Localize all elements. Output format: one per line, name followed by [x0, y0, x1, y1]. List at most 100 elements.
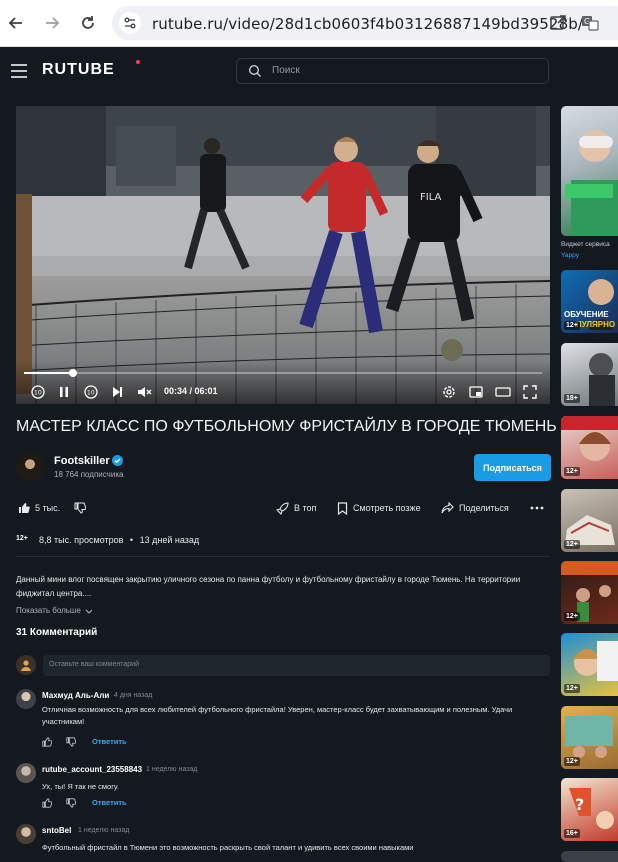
rail-video-thumbnail[interactable]: 12+: [561, 561, 618, 624]
channel-name[interactable]: Footskiller: [54, 455, 110, 467]
svg-text:?: ?: [575, 795, 584, 814]
rail-overlay-text: ОБУЧЕНИЕ: [564, 310, 609, 319]
rail-video-thumbnail[interactable]: ? 16+: [561, 778, 618, 841]
age-badge: 12+: [564, 757, 580, 766]
more-options-button[interactable]: [530, 500, 549, 516]
top-button[interactable]: В топ: [276, 500, 316, 516]
age-badge: 12+: [564, 540, 580, 549]
comment-text: Ух, ты! Я так не смогу.: [42, 782, 120, 791]
theater-mode-icon[interactable]: [495, 384, 511, 400]
mute-icon[interactable]: [136, 384, 152, 400]
age-badge: 12+: [564, 612, 580, 621]
rail-widget-source[interactable]: Yappy: [561, 252, 579, 259]
rail-video-thumbnail[interactable]: 12+: [561, 633, 618, 696]
subscriber-count: 18 764 подписчика: [54, 470, 124, 479]
video-title: МАСТЕР КЛАСС ПО ФУТБОЛЬНОМУ ФРИСТАЙЛУ В …: [16, 418, 557, 435]
reply-button[interactable]: Ответить: [92, 798, 127, 807]
site-info-icon[interactable]: [119, 12, 141, 34]
comment-like-icon[interactable]: [42, 737, 54, 749]
svg-text:FILA: FILA: [420, 192, 442, 203]
top-label: В топ: [294, 503, 317, 513]
progress-knob[interactable]: [69, 369, 77, 377]
show-more-label: Показать больше: [16, 606, 81, 615]
chevron-down-icon: [85, 609, 93, 614]
subscribe-button[interactable]: Подписаться: [474, 454, 551, 481]
pip-icon[interactable]: [468, 384, 484, 400]
comment-input[interactable]: Оставьте ваш комментарий: [43, 655, 550, 676]
channel-avatar[interactable]: [16, 453, 44, 481]
logo-dot: [136, 60, 140, 64]
comment-author[interactable]: sntoBel: [42, 826, 71, 835]
search-input[interactable]: Поиск: [236, 58, 549, 84]
reply-button[interactable]: Ответить: [92, 737, 127, 746]
age-badge: 12+: [564, 467, 580, 476]
comment-text: Футбольный фристайл в Тюмени это возможн…: [42, 843, 414, 852]
comment-input-placeholder: Оставьте ваш комментарий: [49, 661, 139, 668]
fullscreen-icon[interactable]: [522, 384, 538, 400]
rail-video-thumbnail[interactable]: 18+: [561, 343, 618, 406]
comment-avatar[interactable]: [16, 824, 36, 844]
pause-icon[interactable]: [56, 384, 72, 400]
divider: [16, 556, 550, 557]
watch-later-label: Смотреть позже: [353, 503, 421, 513]
age-badge: 16+: [564, 829, 580, 838]
share-button[interactable]: Поделиться: [441, 500, 509, 516]
forward-icon[interactable]: [42, 13, 62, 33]
settings-icon[interactable]: [441, 384, 457, 400]
comment-dislike-icon[interactable]: [66, 798, 78, 810]
url-text[interactable]: rutube.ru/video/28d1cb0603f4b03126887149…: [152, 15, 583, 33]
menu-icon[interactable]: [11, 64, 27, 78]
browser-toolbar: rutube.ru/video/28d1cb0603f4b03126887149…: [0, 0, 618, 47]
site-header: RUTUBE Поиск: [0, 47, 618, 95]
thumbs-up-icon: [19, 503, 30, 513]
address-bar[interactable]: rutube.ru/video/28d1cb0603f4b03126887149…: [112, 6, 618, 40]
rail-video-thumbnail[interactable]: ОБУЧЕНИЕ ПУЛЯРНО 12+: [561, 270, 618, 333]
rail-widget-caption[interactable]: Виджет сервиса: [561, 241, 610, 248]
share-label: Поделиться: [459, 503, 509, 513]
time-display: 00:34 / 06:01: [164, 386, 218, 396]
view-stats: 8,8 тыс. просмотров • 13 дней назад: [39, 535, 199, 545]
watch-later-button[interactable]: Смотреть позже: [337, 500, 421, 516]
svg-text:10: 10: [34, 390, 42, 397]
open-in-app-icon[interactable]: [549, 14, 567, 32]
comment-author[interactable]: rutube_account_23558843: [42, 765, 142, 774]
comment-dislike-icon[interactable]: [66, 737, 78, 749]
meta-separator: •: [129, 535, 134, 545]
comment-date: 1 неделю назад: [146, 766, 198, 773]
comment-like-icon[interactable]: [42, 798, 54, 810]
age-badge: 12+: [564, 684, 580, 693]
forward-10-icon[interactable]: 10: [83, 384, 99, 400]
rail-widget-thumbnail[interactable]: [561, 106, 618, 236]
video-player[interactable]: FILA 10 10 00:34 / 06:01: [16, 106, 550, 404]
like-count: 5 тыс.: [35, 503, 61, 513]
like-button[interactable]: 5 тыс.: [18, 500, 60, 516]
comment-date: 4 дня назад: [114, 692, 153, 699]
comment-author[interactable]: Махмуд Аль-Али: [42, 691, 109, 700]
comments-heading: 31 Комментарий: [16, 627, 98, 638]
posted-date: 13 дней назад: [139, 535, 200, 545]
show-more-button[interactable]: Показать больше: [16, 606, 93, 615]
translate-icon[interactable]: G: [581, 14, 599, 32]
dislike-button[interactable]: [74, 500, 91, 516]
rail-video-thumbnail[interactable]: [561, 851, 618, 862]
share-icon: [441, 502, 454, 514]
current-user-avatar[interactable]: [16, 655, 36, 675]
rail-video-thumbnail[interactable]: 12+: [561, 416, 618, 479]
comment-text: Отличная возможность для всех любителей …: [42, 705, 513, 726]
reload-icon[interactable]: [78, 13, 98, 33]
rail-video-thumbnail[interactable]: 12+: [561, 489, 618, 552]
rutube-logo[interactable]: RUTUBE: [42, 61, 115, 79]
player-controls: 10 10 00:34 / 06:01: [16, 360, 550, 404]
search-icon: [248, 64, 262, 78]
comment-avatar[interactable]: [16, 689, 36, 709]
progress-fill: [24, 372, 73, 374]
age-badge: 18+: [564, 394, 580, 403]
rail-overlay-text: ПУЛЯРНО: [576, 320, 616, 329]
comment-avatar[interactable]: [16, 763, 36, 783]
rail-video-thumbnail[interactable]: 12+: [561, 706, 618, 769]
progress-bar[interactable]: [24, 369, 542, 377]
rocket-icon: [276, 501, 289, 515]
next-icon[interactable]: [109, 384, 125, 400]
rewind-10-icon[interactable]: 10: [30, 384, 46, 400]
back-icon[interactable]: [6, 13, 26, 33]
